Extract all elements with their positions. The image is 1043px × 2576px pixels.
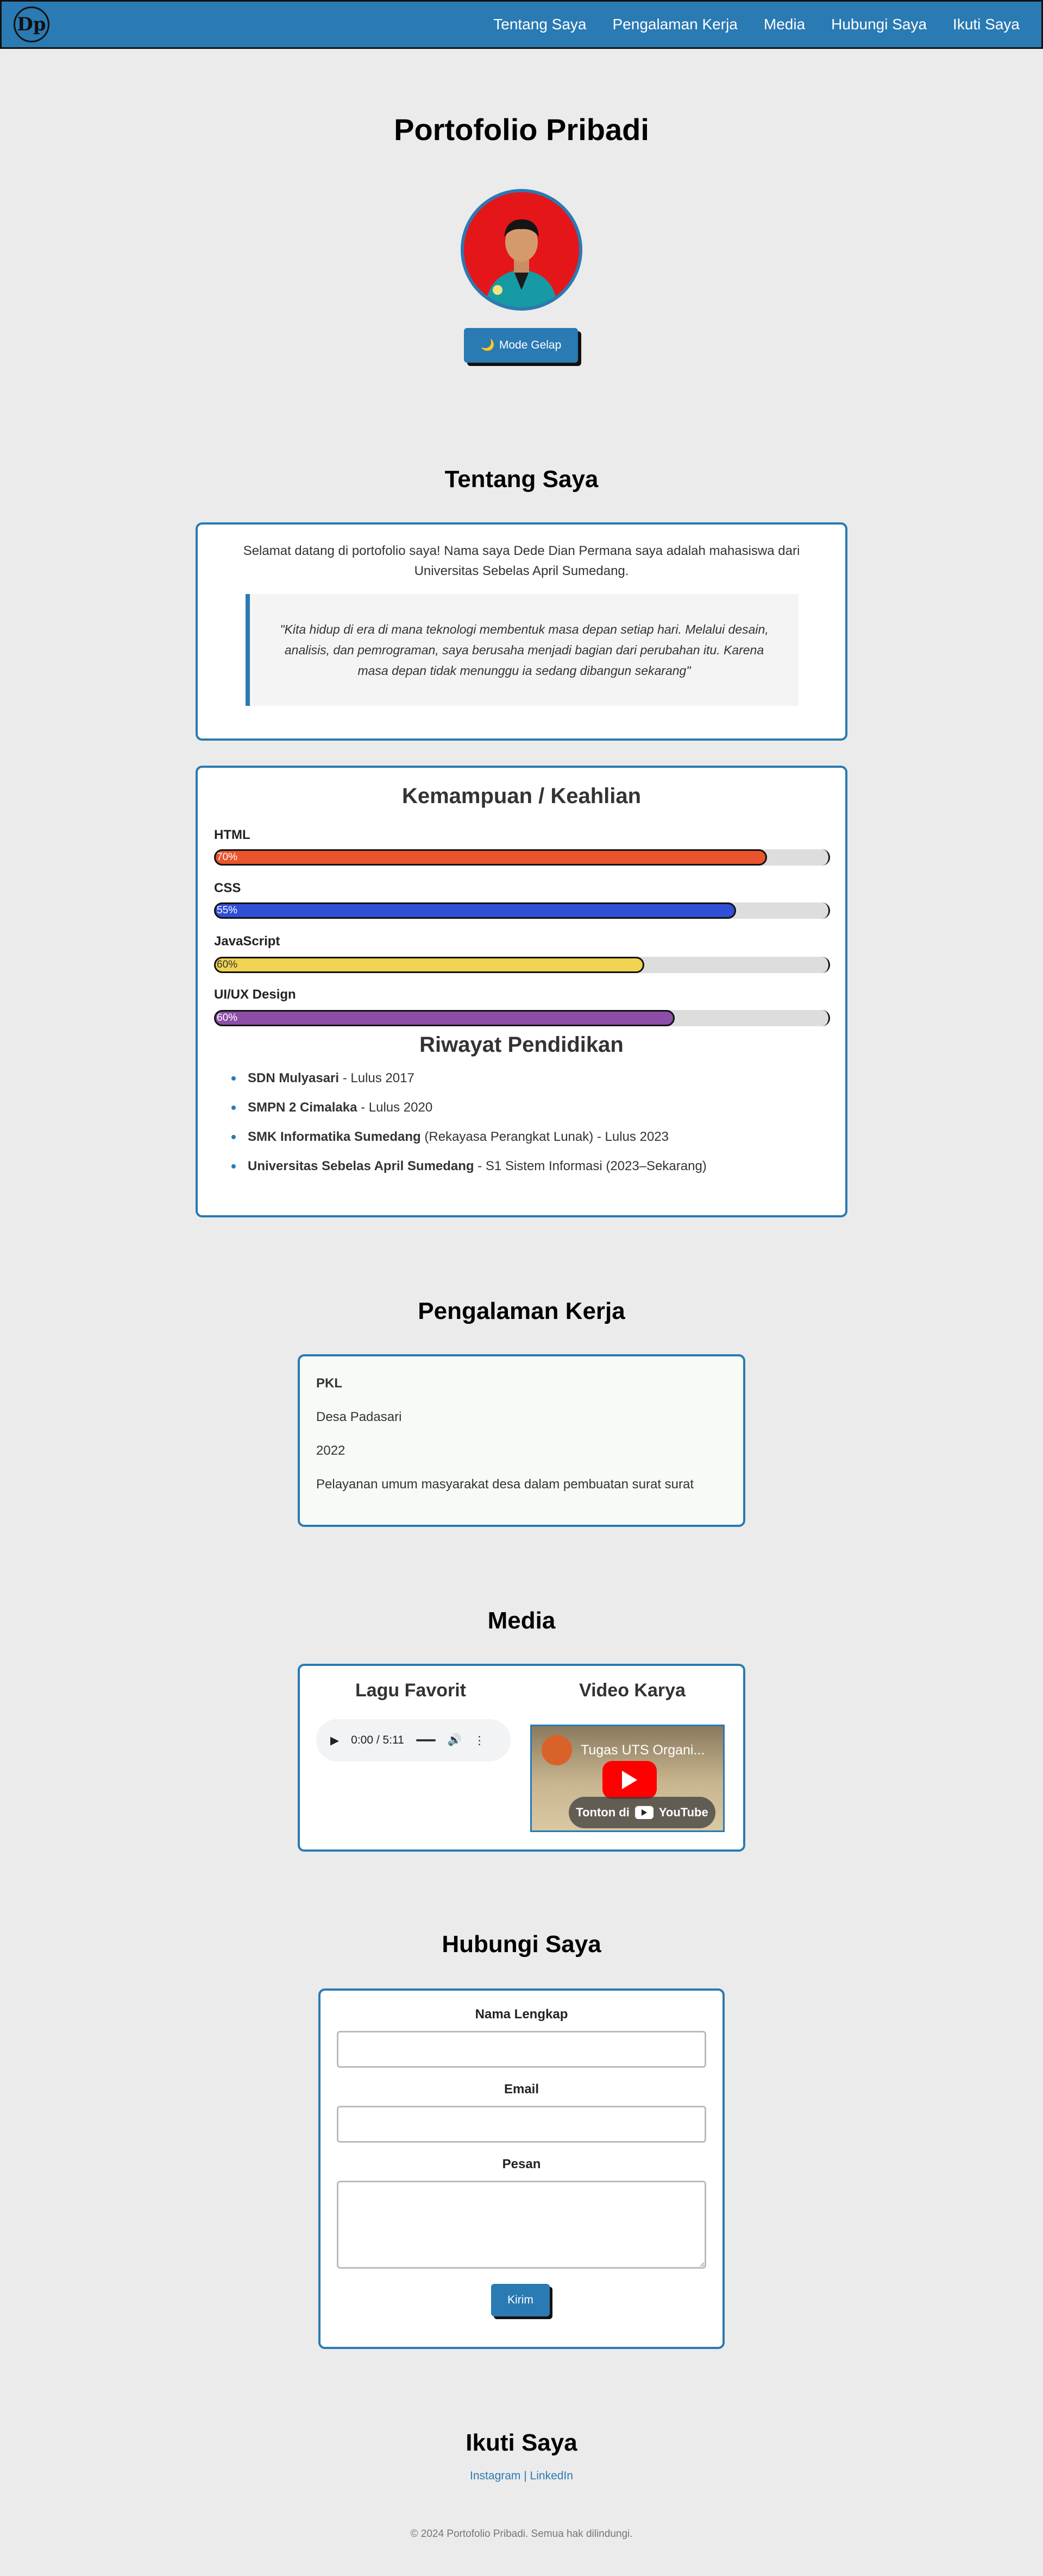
list-item: SDN Mulyasari - Lulus 2017 (231, 1071, 707, 1100)
nav-link-tentang-saya[interactable]: Tentang Saya (493, 16, 586, 33)
media-card: Lagu Favorit ▶ 0:00 / 5:11 🔊 ⋮ Video Kar… (298, 1664, 745, 1852)
nav-links: Tentang Saya Pengalaman Kerja Media Hubu… (493, 16, 1020, 33)
skill-bar-javascript: 60% (214, 957, 830, 973)
education-title: Riwayat Pendidikan (419, 1033, 624, 1057)
about-title: Tentang Saya (444, 466, 599, 493)
work-role: PKL (316, 1376, 342, 1391)
quote-text: "Kita hidup di era di mana teknologi mem… (280, 622, 769, 678)
watch-on-label: Tonton di (576, 1805, 630, 1819)
youtube-brand: YouTube (658, 1805, 708, 1819)
audio-player[interactable]: ▶ 0:00 / 5:11 🔊 ⋮ (316, 1719, 511, 1761)
work-place: Desa Padasari (316, 1410, 402, 1424)
footer-copyright: © 2024 Portofolio Pribadi. Semua hak dil… (410, 2528, 633, 2540)
education-list: SDN Mulyasari - Lulus 2017 SMPN 2 Cimala… (231, 1071, 707, 1188)
audio-time: 0:00 / 5:11 (351, 1734, 404, 1746)
about-card: Selamat datang di portofolio saya! Nama … (196, 522, 847, 741)
nav-link-pengalaman-kerja[interactable]: Pengalaman Kerja (613, 16, 738, 33)
school-name: SDN Mulyasari (248, 1071, 340, 1085)
volume-icon[interactable]: 🔊 (448, 1734, 462, 1747)
school-name: SMK Informatika Sumedang (248, 1129, 421, 1144)
channel-avatar (542, 1735, 572, 1765)
submit-button[interactable]: Kirim (491, 2284, 550, 2316)
skill-label-css: CSS (214, 881, 241, 895)
email-label: Email (504, 2082, 539, 2097)
nav-link-ikuti-saya[interactable]: Ikuti Saya (953, 16, 1020, 33)
page-title: Portofolio Pribadi (394, 112, 649, 147)
contact-form: Nama Lengkap Email Pesan Kirim (318, 1988, 725, 2349)
skill-fill-html: 70% (214, 849, 767, 866)
instagram-link[interactable]: Instagram (470, 2470, 520, 2482)
play-button[interactable] (602, 1761, 657, 1799)
list-item: Universitas Sebelas April Sumedang - S1 … (231, 1159, 707, 1188)
nav-link-media[interactable]: Media (764, 16, 805, 33)
play-icon (622, 1771, 637, 1789)
song-heading: Lagu Favorit (355, 1680, 467, 1701)
skill-label-uiux: UI/UX Design (214, 987, 296, 1002)
email-field[interactable] (337, 2106, 706, 2143)
about-quote: "Kita hidup di era di mana teknologi mem… (246, 594, 799, 706)
message-label: Pesan (502, 2157, 541, 2171)
list-item: SMK Informatika Sumedang (Rekayasa Peran… (231, 1129, 707, 1159)
name-field[interactable] (337, 2031, 706, 2068)
skills-title: Kemampuan / Keahlian (401, 784, 642, 808)
school-detail: - Lulus 2020 (357, 1100, 433, 1115)
skill-fill-javascript: 60% (214, 957, 644, 973)
linkedin-link[interactable]: LinkedIn (530, 2470, 573, 2482)
follow-title: Ikuti Saya (466, 2429, 577, 2456)
profile-photo (461, 189, 582, 311)
youtube-video-embed[interactable]: Tugas UTS Organi... Tonton di YouTube (530, 1725, 725, 1832)
school-detail: - Lulus 2017 (339, 1071, 414, 1085)
video-title: Tugas UTS Organi... (581, 1742, 705, 1758)
logo[interactable]: Dp (14, 7, 49, 42)
social-links: Instagram | LinkedIn (0, 2470, 1043, 2483)
message-field[interactable] (337, 2181, 706, 2269)
list-item: SMPN 2 Cimalaka - Lulus 2020 (231, 1100, 707, 1129)
dark-mode-label: Mode Gelap (499, 339, 562, 351)
name-label: Nama Lengkap (475, 2007, 568, 2022)
skill-bar-html: 70% (214, 849, 830, 866)
play-icon[interactable]: ▶ (330, 1734, 339, 1747)
skill-bar-css: 55% (214, 902, 830, 919)
work-description: Pelayanan umum masyarakat desa dalam pem… (316, 1477, 694, 1492)
school-name: SMPN 2 Cimalaka (248, 1100, 357, 1115)
youtube-icon (634, 1806, 654, 1819)
contact-title: Hubungi Saya (442, 1931, 601, 1958)
skill-label-javascript: JavaScript (214, 934, 280, 949)
video-heading: Video Karya (579, 1680, 686, 1701)
school-detail: - S1 Sistem Informasi (2023–Sekarang) (474, 1159, 707, 1173)
watch-on-youtube[interactable]: Tonton di YouTube (569, 1797, 715, 1828)
about-intro: Selamat datang di portofolio saya! Nama … (243, 544, 800, 578)
moon-icon: 🌙 (480, 339, 495, 351)
skill-fill-uiux: 60% (214, 1010, 675, 1026)
media-title: Media (487, 1607, 556, 1634)
social-separator: | (520, 2470, 530, 2482)
more-options-icon[interactable]: ⋮ (474, 1734, 485, 1747)
skill-bar-uiux: 60% (214, 1010, 830, 1026)
nav-link-hubungi-saya[interactable]: Hubungi Saya (831, 16, 927, 33)
work-title: Pengalaman Kerja (418, 1298, 625, 1324)
skill-label-html: HTML (214, 828, 250, 842)
skills-education-card: Kemampuan / Keahlian HTML 70% CSS 55% Ja… (196, 766, 847, 1217)
skill-fill-css: 55% (214, 902, 737, 919)
work-year: 2022 (316, 1443, 345, 1458)
dark-mode-button[interactable]: 🌙 Mode Gelap (464, 328, 578, 363)
school-detail: (Rekayasa Perangkat Lunak) - Lulus 2023 (420, 1129, 669, 1144)
work-card: PKL Desa Padasari 2022 Pelayanan umum ma… (298, 1354, 745, 1527)
school-name: Universitas Sebelas April Sumedang (248, 1159, 474, 1173)
audio-progress-bar[interactable] (416, 1739, 436, 1741)
navbar: Dp Tentang Saya Pengalaman Kerja Media H… (0, 0, 1043, 49)
